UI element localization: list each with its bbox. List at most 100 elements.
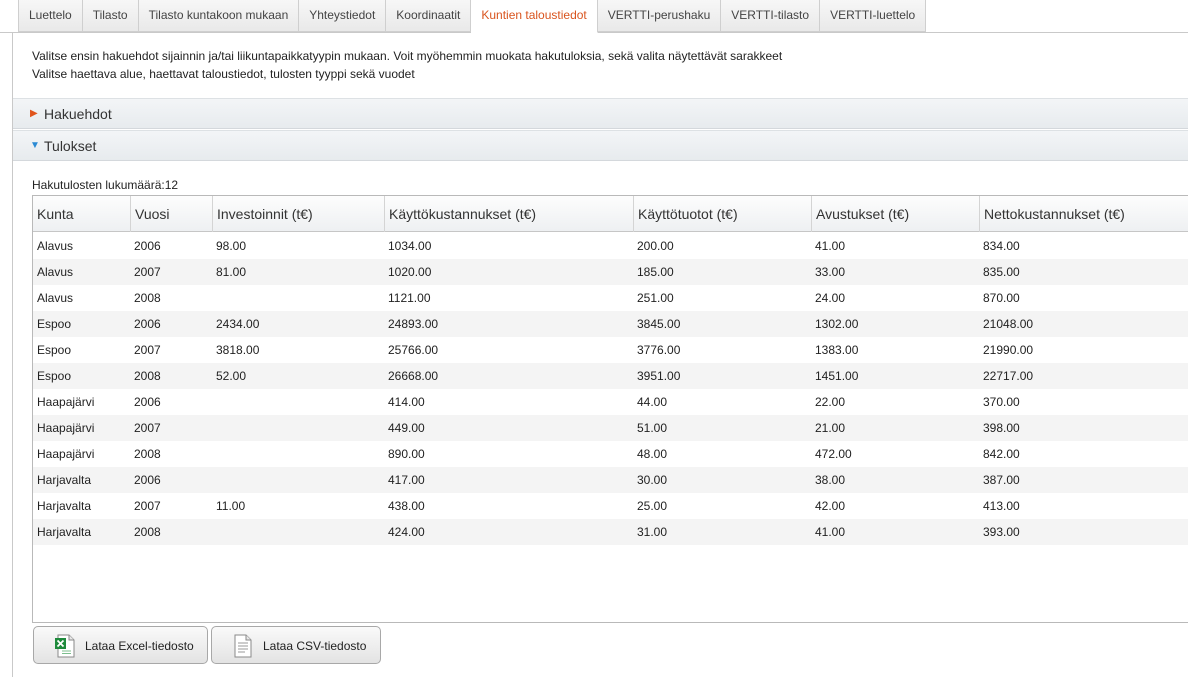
column-header[interactable]: Käyttötuotot (t€)	[633, 196, 811, 232]
triangle-down-icon: ▼	[30, 140, 40, 151]
table-cell: 393.00	[983, 525, 1020, 539]
table-cell: 31.00	[637, 525, 668, 539]
tab-vertti-luettelo[interactable]: VERTTI-luettelo	[820, 0, 927, 32]
table-cell: 413.00	[983, 499, 1020, 513]
table-cell	[212, 519, 384, 545]
table-cell: Alavus	[37, 265, 74, 279]
table-header: Kunta Vuosi Investoinnit (t€) Käyttökustann…	[33, 196, 1188, 232]
table-cell: 834.00	[983, 239, 1020, 253]
column-header[interactable]: Investoinnit (t€)	[212, 196, 384, 232]
tab-luettelo[interactable]: Luettelo	[18, 0, 83, 32]
result-count: Hakutulosten lukumäärä:12	[32, 178, 179, 192]
table-cell: 1020.00	[388, 265, 432, 279]
table-row[interactable]: Alavus 2008 1121.00 251.00 24.00 870.00	[33, 285, 1188, 311]
table-cell: Espoo	[37, 343, 72, 357]
table-cell: 2006	[134, 395, 161, 409]
section-tulokset-header[interactable]: ▼ Tulokset	[13, 130, 1188, 161]
table-cell: 33.00	[815, 265, 846, 279]
column-header[interactable]: Vuosi	[130, 196, 212, 232]
tab-vertti-perushaku[interactable]: VERTTI-perushaku	[597, 0, 722, 32]
table-cell: 21990.00	[983, 343, 1034, 357]
table-cell: 3845.00	[637, 317, 681, 331]
csv-file-icon	[234, 634, 252, 658]
column-header[interactable]: Nettokustannukset (t€)	[979, 196, 1188, 232]
table-cell: Espoo	[37, 317, 72, 331]
intro-line-2: Valitse haettava alue, haettavat taloust…	[32, 67, 415, 81]
table-cell: Alavus	[37, 291, 74, 305]
tab-koordinaatit[interactable]: Koordinaatit	[386, 0, 472, 32]
table-cell: Harjavalta	[37, 525, 92, 539]
table-cell	[212, 467, 384, 493]
table-cell: 1121.00	[388, 291, 431, 305]
download-csv-button[interactable]: Lataa CSV-tiedosto	[211, 626, 381, 664]
table-cell: 3776.00	[637, 343, 681, 357]
table-cell: 449.00	[388, 421, 425, 435]
table-row[interactable]: Harjavalta 2008 424.00 31.00 41.00 393.00	[33, 519, 1188, 545]
column-header[interactable]: Avustukset (t€)	[811, 196, 979, 232]
table-cell: 3818.00	[216, 343, 260, 357]
table-cell: 51.00	[637, 421, 668, 435]
table-cell: 1034.00	[388, 239, 432, 253]
table-cell	[212, 285, 384, 311]
table-cell: 1302.00	[815, 317, 859, 331]
table-cell: 21048.00	[983, 317, 1034, 331]
table-row[interactable]: Harjavalta 2006 417.00 30.00 38.00 387.00	[33, 467, 1188, 493]
table-cell: 2006	[134, 239, 161, 253]
tab-tilasto-kuntakoon-mukaan[interactable]: Tilasto kuntakoon mukaan	[138, 0, 300, 32]
table-cell: 387.00	[983, 473, 1020, 487]
table-cell: 41.00	[815, 239, 846, 253]
table-cell: 2434.00	[216, 317, 260, 331]
table-cell: 2007	[134, 265, 161, 279]
table-cell: 26668.00	[388, 369, 439, 383]
table-cell: 2008	[134, 291, 161, 305]
triangle-right-icon: ▶	[30, 108, 38, 119]
table-cell: 25.00	[637, 499, 668, 513]
table-cell: 2008	[134, 447, 161, 461]
table-cell: 870.00	[983, 291, 1020, 305]
table-cell: 472.00	[815, 447, 852, 461]
table-cell: 98.00	[216, 239, 247, 253]
table-cell: 48.00	[637, 447, 668, 461]
table-row[interactable]: Espoo 2008 52.00 26668.00 3951.00 1451.00 2271…	[33, 363, 1188, 389]
table-row[interactable]: Alavus 2007 81.00 1020.00 185.00 33.00 835.00	[33, 259, 1188, 285]
tab-kuntien-taloustiedot[interactable]: Kuntien taloustiedot	[471, 0, 598, 33]
table-row[interactable]: Harjavalta 2007 11.00 438.00 25.00 42.00 413.0…	[33, 493, 1188, 519]
table-cell: 2007	[134, 421, 161, 435]
tab-tilasto[interactable]: Tilasto	[82, 0, 139, 32]
table-cell: 842.00	[983, 447, 1020, 461]
table-cell: 2008	[134, 369, 161, 383]
table-cell	[212, 415, 384, 441]
table-row[interactable]: Haapajärvi 2008 890.00 48.00 472.00 842.00	[33, 441, 1188, 467]
table-cell: 2007	[134, 499, 161, 513]
table-row[interactable]: Haapajärvi 2007 449.00 51.00 21.00 398.00	[33, 415, 1188, 441]
column-header[interactable]: Kunta	[33, 196, 130, 232]
table-cell: 2008	[134, 525, 161, 539]
column-header[interactable]: Käyttökustannukset (t€)	[384, 196, 633, 232]
table-cell: 438.00	[388, 499, 425, 513]
section-hakuehdot-header[interactable]: ▶ Hakuehdot	[13, 98, 1188, 129]
table-cell: 2006	[134, 317, 161, 331]
table-row[interactable]: Espoo 2007 3818.00 25766.00 3776.00 1383.00 21…	[33, 337, 1188, 363]
table-cell: 52.00	[216, 369, 247, 383]
tab-yhteystiedot[interactable]: Yhteystiedot	[299, 0, 387, 32]
table-cell: 424.00	[388, 525, 425, 539]
table-row[interactable]: Espoo 2006 2434.00 24893.00 3845.00 1302.00 21…	[33, 311, 1188, 337]
table-cell: 890.00	[388, 447, 425, 461]
download-excel-button[interactable]: Lataa Excel-tiedosto	[33, 626, 208, 664]
table-cell: 417.00	[388, 473, 425, 487]
table-cell: 22.00	[815, 395, 846, 409]
table-cell: Harjavalta	[37, 499, 92, 513]
tab-vertti-tilasto[interactable]: VERTTI-tilasto	[721, 0, 821, 32]
table-cell: 251.00	[637, 291, 674, 305]
table-cell: 24893.00	[388, 317, 439, 331]
intro-text: Valitse ensin hakuehdot sijainnin ja/tai…	[32, 47, 782, 83]
table-cell: Haapajärvi	[37, 421, 95, 435]
download-csv-label: Lataa CSV-tiedosto	[263, 639, 367, 653]
download-excel-label: Lataa Excel-tiedosto	[85, 639, 194, 653]
table-cell: 25766.00	[388, 343, 439, 357]
table-cell: 22717.00	[983, 369, 1034, 383]
table-cell: Haapajärvi	[37, 447, 95, 461]
table-row[interactable]: Haapajärvi 2006 414.00 44.00 22.00 370.00	[33, 389, 1188, 415]
table-row[interactable]: Alavus 2006 98.00 1034.00 200.00 41.00 834.00	[33, 233, 1188, 259]
section-tulokset-label: Tulokset	[44, 138, 97, 154]
